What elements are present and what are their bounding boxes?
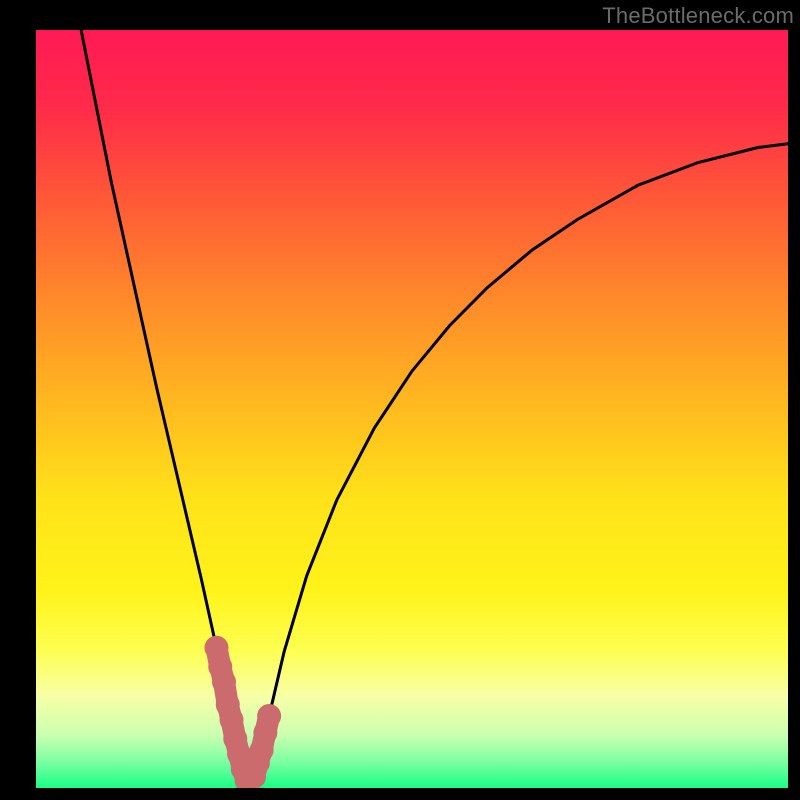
gradient-background [36,30,788,788]
watermark-text: TheBottleneck.com [602,3,794,29]
frame: TheBottleneck.com [0,0,800,800]
bottleneck-chart [0,0,800,800]
highlight-dot [257,704,281,728]
highlight-dot [212,670,236,694]
